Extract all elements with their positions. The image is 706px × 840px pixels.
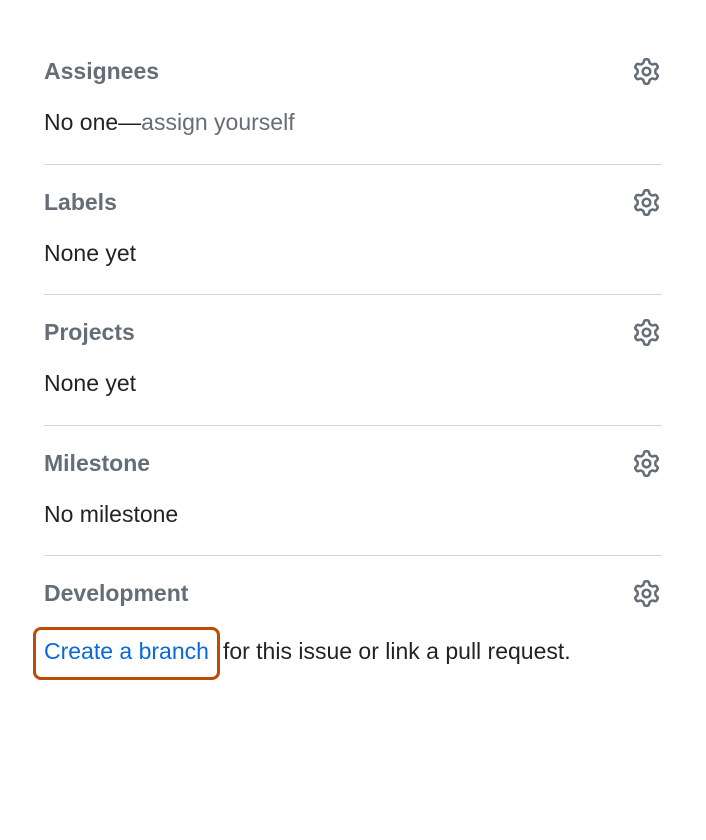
milestone-settings-button[interactable] [631,448,662,479]
assignees-settings-button[interactable] [631,56,662,87]
gear-icon [633,58,660,85]
section-header: Development [44,578,662,609]
milestone-section: Milestone No milestone [44,426,662,557]
assignees-section: Assignees No one—assign yourself [44,48,662,165]
projects-title: Projects [44,319,135,346]
section-header: Labels [44,187,662,218]
create-branch-link[interactable]: Create a branch [44,638,209,664]
issue-sidebar: Assignees No one—assign yourself Labels … [44,48,662,704]
labels-section: Labels None yet [44,165,662,296]
section-header: Assignees [44,56,662,87]
labels-settings-button[interactable] [631,187,662,218]
no-one-text: No one— [44,109,141,135]
create-branch-highlight: Create a branch [33,627,220,680]
development-body: Create a branch for this issue or link a … [44,627,662,680]
gear-icon [633,319,660,346]
labels-body: None yet [44,236,662,271]
development-section: Development Create a branch for this issu… [44,556,662,704]
development-rest-text: for this issue or link a pull request. [223,638,571,664]
labels-title: Labels [44,189,117,216]
projects-body: None yet [44,366,662,401]
gear-icon [633,450,660,477]
development-settings-button[interactable] [631,578,662,609]
projects-settings-button[interactable] [631,317,662,348]
assignees-title: Assignees [44,58,159,85]
assign-yourself-link[interactable]: assign yourself [141,109,294,135]
milestone-body: No milestone [44,497,662,532]
assignees-body: No one—assign yourself [44,105,662,140]
gear-icon [633,189,660,216]
milestone-title: Milestone [44,450,150,477]
section-header: Milestone [44,448,662,479]
section-header: Projects [44,317,662,348]
development-title: Development [44,580,188,607]
projects-section: Projects None yet [44,295,662,426]
gear-icon [633,580,660,607]
